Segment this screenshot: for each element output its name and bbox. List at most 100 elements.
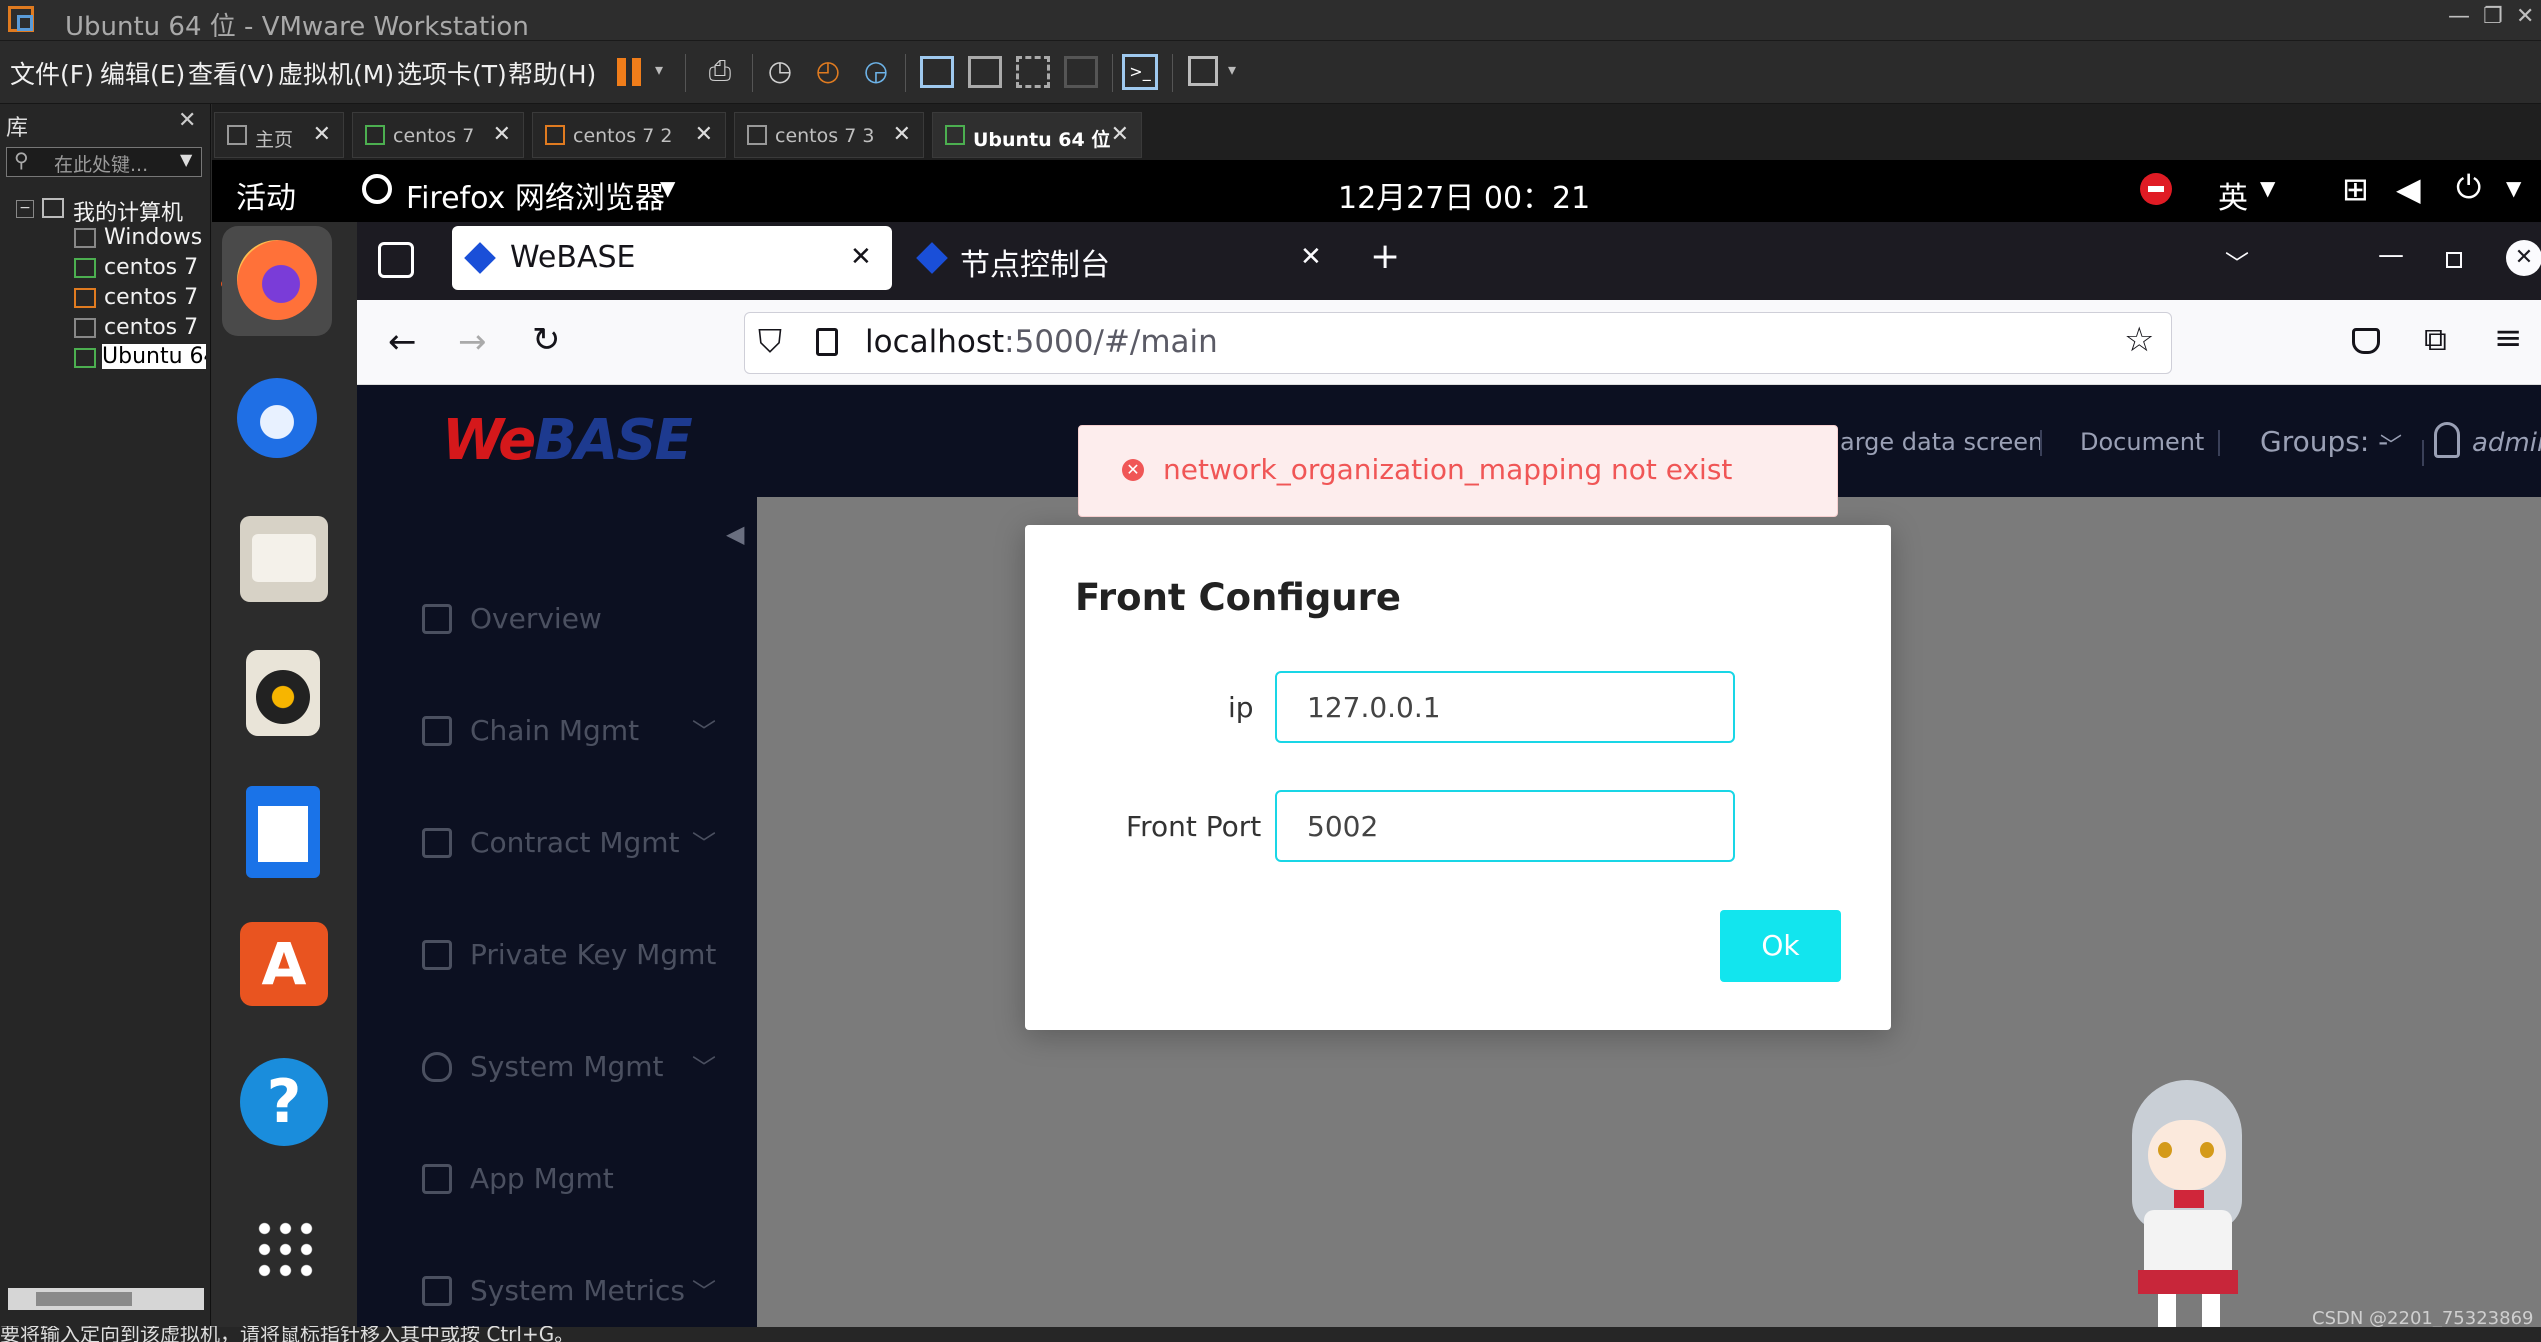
thumbnail-bar-icon[interactable] — [968, 56, 1002, 88]
sidebar-item-app-mgmt[interactable]: App Mgmt — [470, 1162, 614, 1195]
tree-item-ubuntu[interactable]: Ubuntu 64 — [102, 344, 206, 369]
tab-label[interactable]: 节点控制台 — [960, 240, 1110, 284]
revert-snapshot-icon[interactable]: ◴ — [808, 51, 848, 91]
large-data-screen-link[interactable]: arge data screen — [1840, 428, 2043, 456]
front-port-label: Front Port — [1126, 810, 1262, 843]
activities-button[interactable]: 活动 — [236, 173, 296, 217]
chevron-down-icon[interactable]: ﹀ — [692, 1272, 716, 1307]
tab-centos7[interactable]: centos 7 ✕ — [352, 112, 524, 158]
send-keys-icon[interactable]: ⎙ — [700, 51, 740, 91]
bookmark-star-icon[interactable]: ☆ — [2124, 320, 2154, 360]
volume-icon[interactable]: ◀ — [2396, 170, 2421, 208]
input-method-indicator[interactable]: 英 — [2218, 173, 2248, 217]
chevron-down-icon[interactable]: ﹀ — [692, 712, 716, 747]
reload-icon[interactable]: ↻ — [532, 320, 561, 360]
tree-root-label[interactable]: 我的计算机 — [73, 195, 183, 227]
close-window-icon[interactable]: ✕ — [2506, 240, 2541, 276]
close-icon[interactable]: ✕ — [493, 122, 511, 147]
username[interactable]: admin — [2472, 428, 2541, 458]
chevron-down-icon[interactable]: ﹀ — [2380, 428, 2402, 460]
chevron-down-icon[interactable]: ▾ — [655, 60, 663, 79]
power-icon[interactable]: ⏻ — [2456, 168, 2481, 207]
chevron-down-icon[interactable]: ▼ — [180, 150, 192, 169]
close-icon[interactable]: ✕ — [178, 108, 196, 133]
snapshot-icon[interactable]: ◷ — [760, 51, 800, 91]
tree-item-centos7-3[interactable]: centos 7 3 — [104, 315, 204, 340]
lock-icon — [422, 940, 452, 970]
tab-ubuntu[interactable]: Ubuntu 64 位 ✕ — [932, 112, 1142, 158]
chevron-down-icon[interactable]: ▾ — [1228, 60, 1236, 79]
pocket-icon[interactable] — [2352, 328, 2380, 354]
chevron-down-icon[interactable]: ▼ — [2506, 176, 2521, 200]
unity-icon[interactable] — [1064, 56, 1098, 88]
thunderbird-icon[interactable] — [237, 378, 317, 458]
hamburger-menu-icon[interactable]: ≡ — [2494, 318, 2523, 358]
extensions-icon[interactable]: ⧉ — [2424, 320, 2447, 359]
close-icon[interactable]: ✕ — [313, 122, 331, 147]
close-button[interactable]: ✕ — [2516, 4, 2534, 29]
console-icon[interactable]: >_ — [1122, 54, 1158, 90]
groups-dropdown[interactable]: Groups: - — [2260, 425, 2388, 458]
speaker-icon — [256, 670, 310, 724]
ip-input[interactable]: 127.0.0.1 — [1275, 671, 1735, 743]
window-title: Ubuntu 64 位 - VMware Workstation — [65, 12, 529, 42]
document-link[interactable]: Document — [2080, 428, 2204, 456]
fullscreen-icon[interactable] — [1016, 56, 1050, 88]
sidebar-item-system-mgmt[interactable]: System Mgmt — [470, 1050, 664, 1083]
minimize-button[interactable]: — — [2448, 4, 2470, 29]
snapshot-manager-icon[interactable]: ◶ — [856, 51, 896, 91]
chevron-down-icon[interactable]: ▼ — [2260, 176, 2275, 200]
menu-vm[interactable]: 虚拟机(M) — [278, 55, 394, 91]
tab-home[interactable]: 主页 ✕ — [214, 112, 344, 158]
sidebar-item-system-metrics[interactable]: System Metrics — [470, 1274, 685, 1307]
restore-button[interactable]: ❐ — [2483, 4, 2503, 29]
collapse-sidebar-icon[interactable]: ◀ — [726, 520, 744, 548]
forward-arrow-icon[interactable]: → — [458, 322, 487, 362]
close-icon[interactable]: ✕ — [1111, 122, 1129, 147]
chevron-down-icon[interactable]: ▼ — [660, 176, 675, 200]
chevron-down-icon[interactable]: ﹀ — [692, 824, 716, 859]
page-icon[interactable] — [816, 328, 838, 356]
pause-icon[interactable] — [617, 58, 626, 86]
toolbar-separator — [905, 54, 906, 92]
firefox-view-icon[interactable] — [378, 242, 414, 278]
new-tab-icon[interactable]: + — [1370, 236, 1400, 277]
back-arrow-icon[interactable]: ← — [388, 322, 417, 362]
tree-expand-icon[interactable]: − — [16, 200, 34, 218]
ok-button[interactable]: Ok — [1720, 910, 1841, 982]
restore-icon[interactable] — [2446, 252, 2462, 268]
sidebar-item-chain-mgmt[interactable]: Chain Mgmt — [470, 714, 639, 747]
close-icon[interactable]: ✕ — [850, 242, 872, 272]
show-apps-icon[interactable] — [254, 1218, 316, 1280]
sidebar-item-private-key-mgmt[interactable]: Private Key Mgmt — [470, 938, 716, 971]
app-center-icon[interactable]: A — [240, 922, 328, 1006]
tree-item-centos7-2[interactable]: centos 7 2 — [104, 285, 204, 310]
library-view-icon[interactable] — [920, 56, 954, 88]
front-port-input[interactable]: 5002 — [1275, 790, 1735, 862]
scrollbar-thumb[interactable] — [36, 1292, 132, 1306]
network-icon[interactable]: ⊞ — [2342, 170, 2369, 208]
chevron-down-icon[interactable]: ﹀ — [692, 1048, 716, 1083]
tab-list-chevron-icon[interactable]: ﹀ — [2225, 244, 2249, 279]
close-icon[interactable]: ✕ — [893, 122, 911, 147]
menu-view[interactable]: 查看(V) — [188, 55, 275, 91]
firefox-icon[interactable] — [237, 240, 317, 320]
sidebar-item-overview[interactable]: Overview — [470, 602, 602, 635]
menu-edit[interactable]: 编辑(E) — [100, 55, 185, 91]
help-icon[interactable]: ? — [240, 1058, 328, 1146]
menu-file[interactable]: 文件(F) — [10, 55, 94, 91]
tree-item-centos7[interactable]: centos 7 — [104, 255, 198, 280]
close-icon[interactable]: ✕ — [1300, 242, 1322, 272]
clock[interactable]: 12月27日 00：21 — [1338, 173, 1590, 217]
menu-tabs[interactable]: 选项卡(T) — [397, 55, 507, 91]
app-menu-label[interactable]: Firefox 网络浏览器 — [406, 173, 665, 217]
tab-centos7-3[interactable]: centos 7 3 ✕ — [734, 112, 924, 158]
stretch-icon[interactable] — [1188, 56, 1218, 86]
minimize-icon[interactable]: — — [2378, 240, 2404, 270]
shield-icon[interactable]: ⛉ — [758, 322, 782, 361]
close-icon[interactable]: ✕ — [695, 122, 713, 147]
sidebar-item-contract-mgmt[interactable]: Contract Mgmt — [470, 826, 680, 859]
menu-help[interactable]: 帮助(H) — [508, 55, 596, 91]
tree-item-windows[interactable]: Windows — [104, 225, 202, 250]
tab-centos7-2[interactable]: centos 7 2 ✕ — [532, 112, 726, 158]
